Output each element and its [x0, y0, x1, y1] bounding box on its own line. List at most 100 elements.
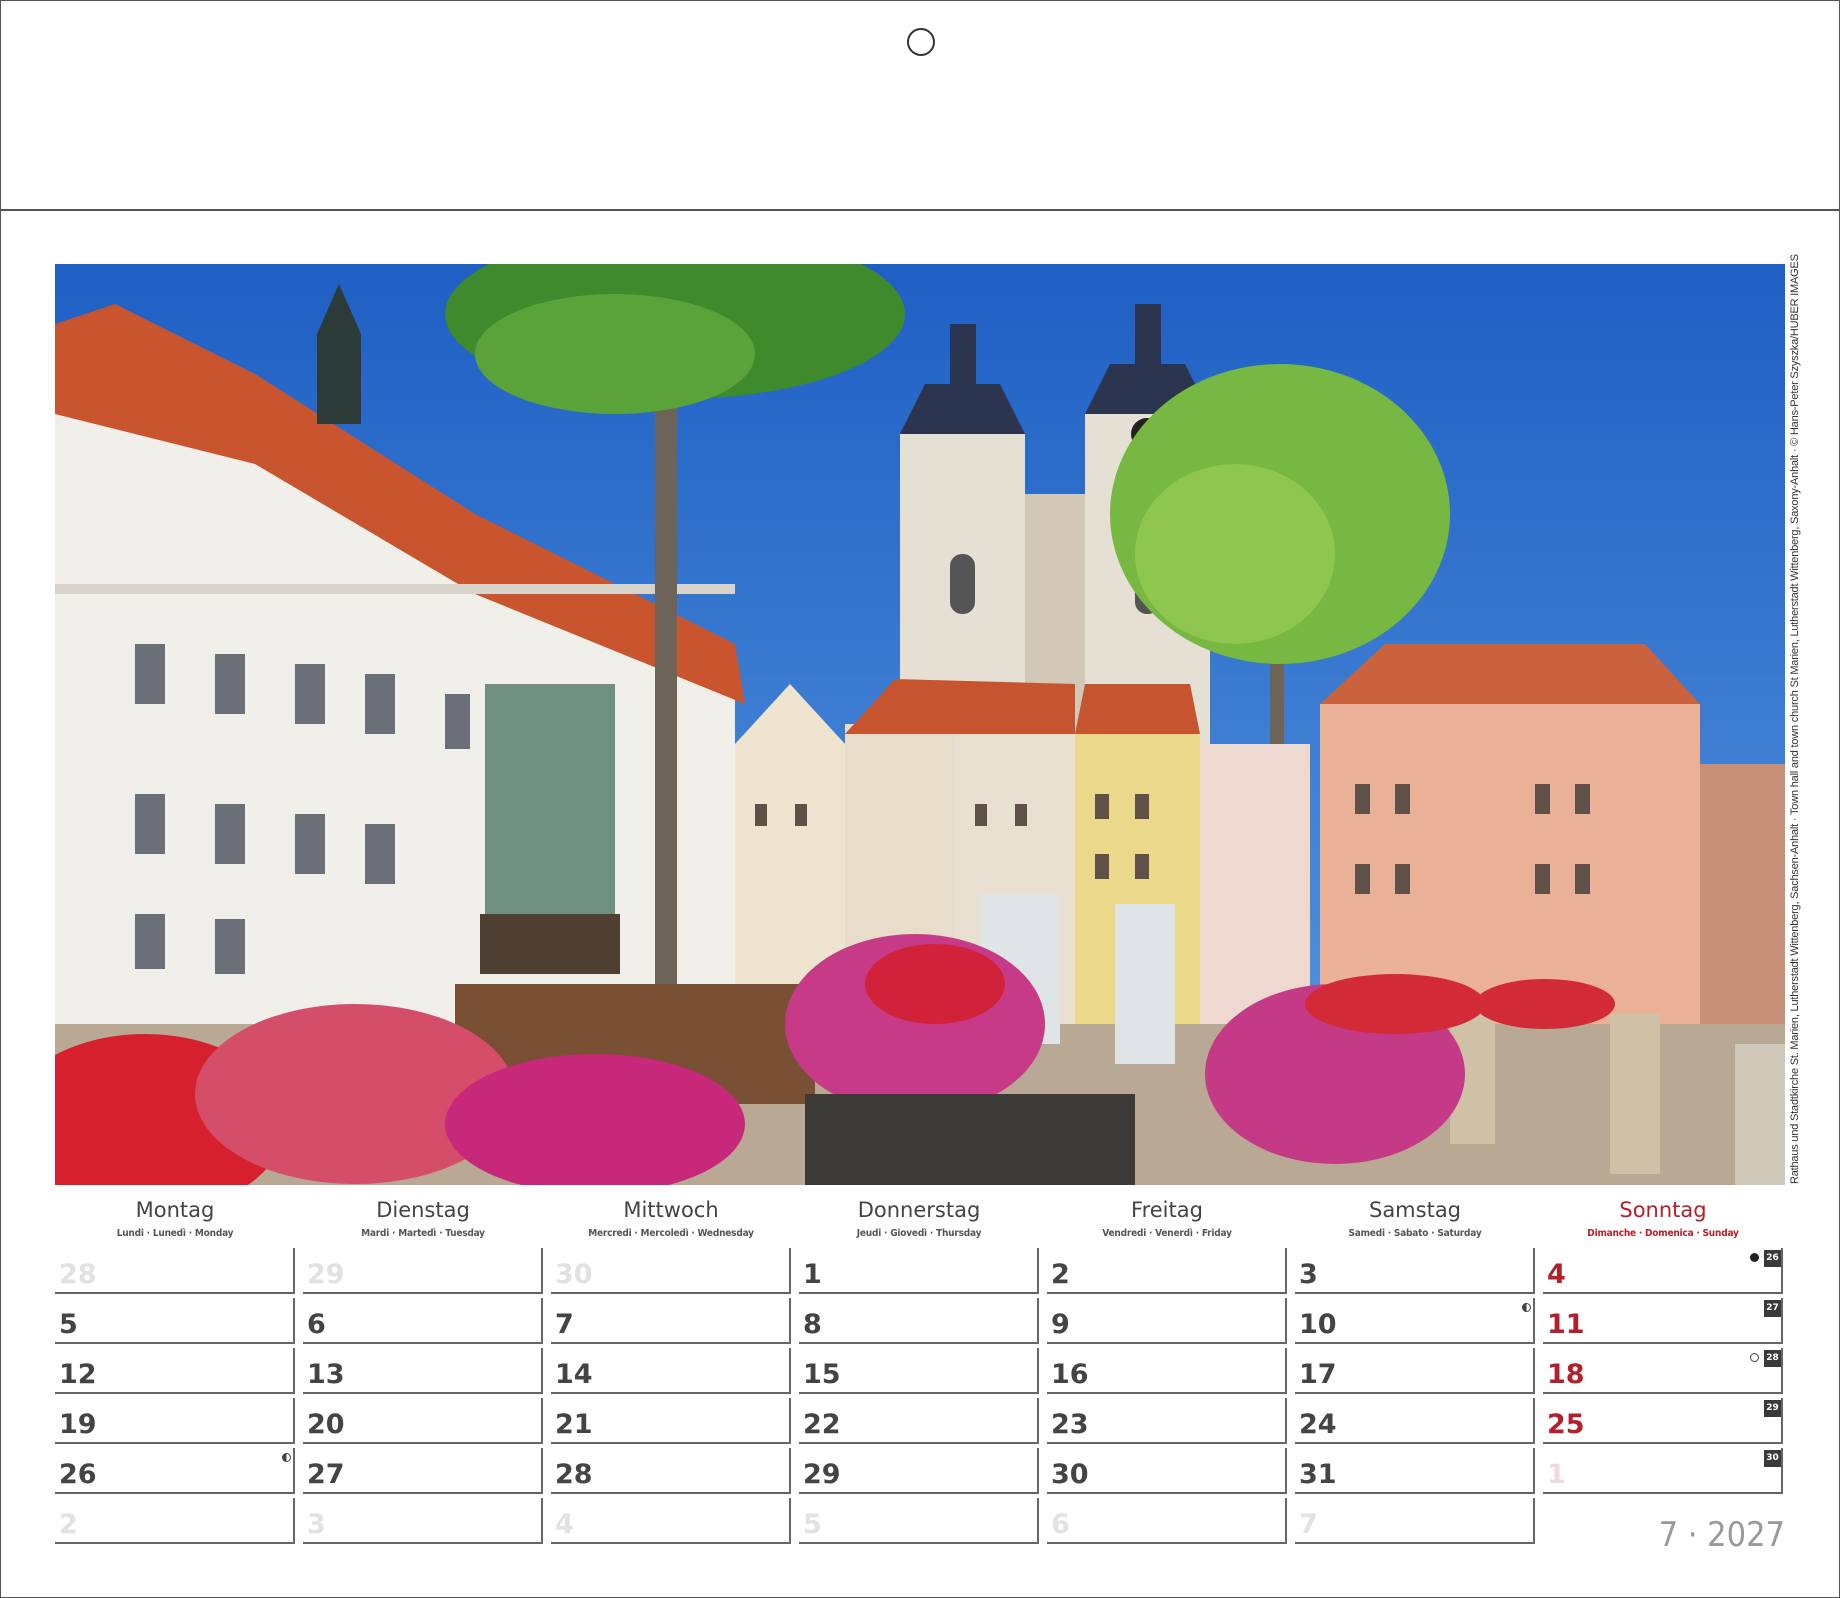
day-cell: 1 — [799, 1248, 1039, 1294]
hanging-hole-icon — [907, 28, 935, 56]
day-number: 7 — [1299, 1509, 1318, 1540]
day-cell: 5 — [55, 1298, 295, 1344]
weekday-translations: Samedi · Sabato · Saturday — [1348, 1228, 1482, 1239]
day-cell: 13 — [303, 1348, 543, 1394]
day-cell: 1 30 — [1543, 1448, 1783, 1494]
day-cell: 5 — [799, 1498, 1039, 1544]
day-number: 10 — [1299, 1309, 1337, 1340]
day-number: 21 — [555, 1409, 593, 1440]
day-number: 16 — [1051, 1359, 1089, 1390]
weekday-name: Mittwoch — [623, 1198, 719, 1222]
day-number: 20 — [307, 1409, 345, 1440]
day-number: 29 — [803, 1459, 841, 1490]
last-quarter-icon — [282, 1453, 291, 1462]
day-cell: 2 — [55, 1498, 295, 1544]
day-number: 11 — [1547, 1309, 1585, 1340]
day-number: 1 — [1547, 1459, 1566, 1490]
day-number: 12 — [59, 1359, 97, 1390]
day-cell: 28 — [55, 1248, 295, 1294]
day-number: 2 — [59, 1509, 78, 1540]
day-cell: 30 — [1047, 1448, 1287, 1494]
day-number: 27 — [307, 1459, 345, 1490]
weekday-header-tuesday: Dienstag Mardi · Martedì · Tuesday — [303, 1188, 543, 1239]
weekday-name: Freitag — [1131, 1198, 1203, 1222]
full-moon-icon — [1750, 1353, 1759, 1362]
day-cell: 9 — [1047, 1298, 1287, 1344]
day-cell: 22 — [799, 1398, 1039, 1444]
day-number: 3 — [307, 1509, 326, 1540]
day-cell: 16 — [1047, 1348, 1287, 1394]
day-cell: 4 — [551, 1498, 791, 1544]
day-cell: 4 26 — [1543, 1248, 1783, 1294]
photo-caption: Rathaus und Stadtkirche St. Marien, Luth… — [1789, 254, 1801, 1184]
day-number: 4 — [555, 1509, 574, 1540]
weekday-translations: Lundi · Lunedì · Monday — [116, 1228, 234, 1239]
day-cell: 29 — [799, 1448, 1039, 1494]
day-cell: 25 29 — [1543, 1398, 1783, 1444]
day-number: 23 — [1051, 1409, 1089, 1440]
weekday-translations: Mardi · Martedì · Tuesday — [361, 1228, 485, 1239]
day-cell: 7 — [1295, 1498, 1535, 1544]
day-cell: 19 — [55, 1398, 295, 1444]
day-cell: 3 — [1295, 1248, 1535, 1294]
hanging-strip — [0, 0, 1840, 211]
day-number: 19 — [59, 1409, 97, 1440]
day-cell: 26 — [55, 1448, 295, 1494]
day-cell: 10 — [1295, 1298, 1535, 1344]
weekday-name: Samstag — [1368, 1198, 1462, 1222]
weekday-name: Dienstag — [376, 1198, 470, 1222]
day-cell: 24 — [1295, 1398, 1535, 1444]
day-number: 5 — [803, 1509, 822, 1540]
day-cell: 27 — [303, 1448, 543, 1494]
day-number: 30 — [1051, 1459, 1089, 1490]
day-number: 9 — [1051, 1309, 1070, 1340]
day-number: 3 — [1299, 1259, 1318, 1290]
weekday-header-thursday: Donnerstag Jeudi · Giovedì · Thursday — [799, 1188, 1039, 1239]
day-cell: 31 — [1295, 1448, 1535, 1494]
weekday-header-monday: Montag Lundi · Lunedì · Monday — [55, 1188, 295, 1239]
weekday-name: Sonntag — [1619, 1198, 1707, 1222]
month-year-label: 7 · 2027 — [1658, 1515, 1785, 1555]
week-number-badge: 30 — [1764, 1450, 1781, 1467]
week-number-badge: 26 — [1764, 1250, 1781, 1267]
weekday-translations: Vendredi · Venerdì · Friday — [1102, 1228, 1232, 1239]
day-cell: 14 — [551, 1348, 791, 1394]
weekday-header-saturday: Samstag Samedi · Sabato · Saturday — [1295, 1188, 1535, 1239]
day-number: 7 — [555, 1309, 574, 1340]
weekday-translations: Jeudi · Giovedì · Thursday — [856, 1228, 982, 1239]
day-cell: 18 28 — [1543, 1348, 1783, 1394]
day-number: 24 — [1299, 1409, 1337, 1440]
day-cell: 6 — [303, 1298, 543, 1344]
day-number: 6 — [1051, 1509, 1070, 1540]
day-cell: 20 — [303, 1398, 543, 1444]
weekday-header-friday: Freitag Vendredi · Venerdì · Friday — [1047, 1188, 1287, 1239]
day-cell: 30 — [551, 1248, 791, 1294]
day-number: 28 — [59, 1259, 97, 1290]
day-cell: 28 — [551, 1448, 791, 1494]
day-cell: 6 — [1047, 1498, 1287, 1544]
day-number: 22 — [803, 1409, 841, 1440]
first-quarter-icon — [1522, 1303, 1531, 1312]
day-number: 29 — [307, 1259, 345, 1290]
day-cell: 7 — [551, 1298, 791, 1344]
day-cell: 15 — [799, 1348, 1039, 1394]
day-number: 17 — [1299, 1359, 1337, 1390]
day-number: 26 — [59, 1459, 97, 1490]
week-number-badge: 29 — [1764, 1400, 1781, 1417]
day-number: 13 — [307, 1359, 345, 1390]
week-number-badge: 27 — [1764, 1300, 1781, 1317]
weekday-translations: Mercredi · Mercoledì · Wednesday — [588, 1228, 754, 1239]
day-cell: 21 — [551, 1398, 791, 1444]
day-number: 18 — [1547, 1359, 1585, 1390]
weekday-name: Montag — [135, 1198, 215, 1222]
weekday-header-sunday: Sonntag Dimanche · Domenica · Sunday — [1543, 1188, 1783, 1239]
day-cell: 29 — [303, 1248, 543, 1294]
weekday-translations: Dimanche · Domenica · Sunday — [1587, 1228, 1739, 1239]
day-number: 25 — [1547, 1409, 1585, 1440]
week-number-badge: 28 — [1764, 1350, 1781, 1367]
day-number: 8 — [803, 1309, 822, 1340]
weekday-name: Donnerstag — [857, 1198, 981, 1222]
day-number: 5 — [59, 1309, 78, 1340]
day-cell: 12 — [55, 1348, 295, 1394]
day-number: 28 — [555, 1459, 593, 1490]
